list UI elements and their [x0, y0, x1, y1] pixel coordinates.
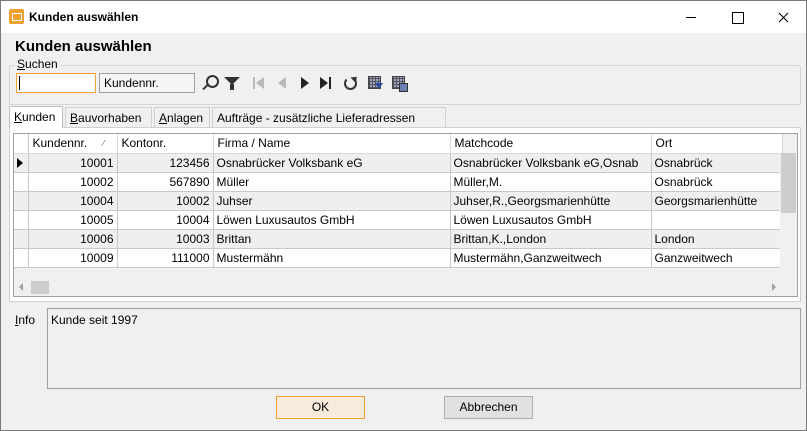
table-row[interactable]: 10006 10003 Brittan Brittan,K.,London Lo… — [14, 229, 783, 249]
tab-auftraege-lieferadressen[interactable]: Aufträge - zusätzliche Lieferadressen — [212, 107, 446, 127]
refresh-icon[interactable] — [341, 74, 359, 92]
grid-settings-icon[interactable] — [390, 74, 408, 92]
cell-firma[interactable]: Osnabrücker Volksbank eG — [213, 153, 451, 173]
cell-kontonr[interactable]: 10002 — [117, 191, 214, 211]
cell-matchcode[interactable]: Müller,M. — [450, 172, 652, 192]
scroll-right-icon[interactable] — [772, 283, 776, 291]
table-row[interactable]: 10004 10002 Juhser Juhser,R.,Georgsmarie… — [14, 191, 783, 211]
cell-ort[interactable]: Osnabrück — [651, 153, 783, 173]
cell-matchcode[interactable]: Löwen Luxusautos GmbH — [450, 210, 652, 230]
maximize-button[interactable] — [714, 1, 760, 33]
cell-firma[interactable]: Löwen Luxusautos GmbH — [213, 210, 451, 230]
search-input[interactable] — [16, 73, 96, 93]
customer-grid: Kundennr. ⁄ Kontonr. Firma / Name Matchco… — [13, 133, 798, 297]
cell-firma[interactable]: Juhser — [213, 191, 451, 211]
grid-header-row: Kundennr. ⁄ Kontonr. Firma / Name Matchco… — [14, 134, 783, 154]
row-indicator — [14, 248, 29, 268]
minimize-button[interactable] — [668, 1, 714, 33]
cell-firma[interactable]: Müller — [213, 172, 451, 192]
filter-icon[interactable] — [223, 74, 241, 92]
cell-kontonr[interactable]: 10004 — [117, 210, 214, 230]
dialog-window: Kunden auswählen Kunden auswählen Suchen… — [0, 0, 807, 431]
scroll-left-icon[interactable] — [19, 283, 23, 291]
row-indicator — [14, 172, 29, 192]
last-record-icon[interactable] — [317, 74, 335, 92]
tab-bauvorhaben[interactable]: Bauvorhaben — [65, 107, 152, 127]
cell-ort[interactable] — [651, 210, 783, 230]
row-indicator-header — [14, 134, 29, 154]
cell-matchcode[interactable]: Mustermähn,Ganzweitwech — [450, 248, 652, 268]
cell-kontonr[interactable]: 111000 — [117, 248, 214, 268]
ok-button[interactable]: OK — [276, 396, 365, 419]
row-indicator — [14, 153, 29, 173]
vertical-scrollbar[interactable] — [780, 153, 797, 280]
cell-kundennr[interactable]: 10001 — [28, 153, 118, 173]
cell-matchcode[interactable]: Juhser,R.,Georgsmarienhütte — [450, 191, 652, 211]
table-row[interactable]: 10005 10004 Löwen Luxusautos GmbH Löwen … — [14, 210, 783, 230]
tab-kunden[interactable]: Kunden — [9, 106, 63, 128]
table-row[interactable]: 10002 567890 Müller Müller,M. Osnabrück — [14, 172, 783, 192]
row-indicator — [14, 210, 29, 230]
cell-kundennr[interactable]: 10006 — [28, 229, 118, 249]
cell-kontonr[interactable]: 10003 — [117, 229, 214, 249]
column-header-kundennr[interactable]: Kundennr. ⁄ — [28, 134, 118, 154]
title-bar[interactable]: Kunden auswählen — [1, 1, 806, 33]
current-row-pointer-icon — [17, 157, 23, 168]
next-record-icon[interactable] — [296, 74, 314, 92]
tab-anlagen[interactable]: Anlagen — [154, 107, 210, 127]
tab-panel-kunden: Kundennr. ⁄ Kontonr. Firma / Name Matchco… — [9, 127, 801, 302]
horizontal-scroll-thumb[interactable] — [31, 281, 49, 294]
column-header-ort[interactable]: Ort — [651, 134, 783, 154]
window-title: Kunden auswählen — [29, 10, 139, 24]
column-header-kontonr[interactable]: Kontonr. — [117, 134, 214, 154]
cancel-button[interactable]: Abbrechen — [444, 396, 533, 419]
cell-kundennr[interactable]: 10002 — [28, 172, 118, 192]
cell-kontonr[interactable]: 567890 — [117, 172, 214, 192]
cell-kontonr[interactable]: 123456 — [117, 153, 214, 173]
cell-ort[interactable]: Ganzweitwech — [651, 248, 783, 268]
search-icon[interactable] — [201, 74, 219, 92]
cell-kundennr[interactable]: 10005 — [28, 210, 118, 230]
cell-firma[interactable]: Brittan — [213, 229, 451, 249]
cell-ort[interactable]: Georgsmarienhütte — [651, 191, 783, 211]
table-row[interactable]: 10009 111000 Mustermähn Mustermähn,Ganzw… — [14, 248, 783, 268]
info-label: Info — [15, 313, 36, 327]
sort-icon: ⁄ — [103, 139, 105, 148]
text-caret — [19, 76, 20, 90]
info-text: Kunde seit 1997 — [47, 308, 801, 389]
cell-ort[interactable]: Osnabrück — [651, 172, 783, 192]
row-indicator — [14, 229, 29, 249]
dialog-heading: Kunden auswählen — [15, 38, 152, 55]
column-header-matchcode[interactable]: Matchcode — [450, 134, 652, 154]
first-record-icon[interactable] — [250, 74, 268, 92]
cell-matchcode[interactable]: Osnabrücker Volksbank eG,Osnab — [450, 153, 652, 173]
row-indicator — [14, 191, 29, 211]
vertical-scroll-thumb[interactable] — [781, 153, 796, 213]
search-group-label: Suchen — [15, 57, 60, 71]
previous-record-icon[interactable] — [273, 74, 291, 92]
cell-kundennr[interactable]: 10009 — [28, 248, 118, 268]
cell-firma[interactable]: Mustermähn — [213, 248, 451, 268]
app-icon — [9, 9, 24, 24]
search-field-select[interactable]: Kundennr. — [99, 73, 195, 93]
cell-kundennr[interactable]: 10004 — [28, 191, 118, 211]
table-row[interactable]: 10001 123456 Osnabrücker Volksbank eG Os… — [14, 153, 783, 173]
cell-ort[interactable]: London — [651, 229, 783, 249]
cell-matchcode[interactable]: Brittan,K.,London — [450, 229, 652, 249]
grid-export-icon[interactable] — [366, 74, 384, 92]
column-header-firma[interactable]: Firma / Name — [213, 134, 451, 154]
close-button[interactable] — [760, 1, 806, 33]
horizontal-scrollbar[interactable] — [14, 279, 797, 296]
